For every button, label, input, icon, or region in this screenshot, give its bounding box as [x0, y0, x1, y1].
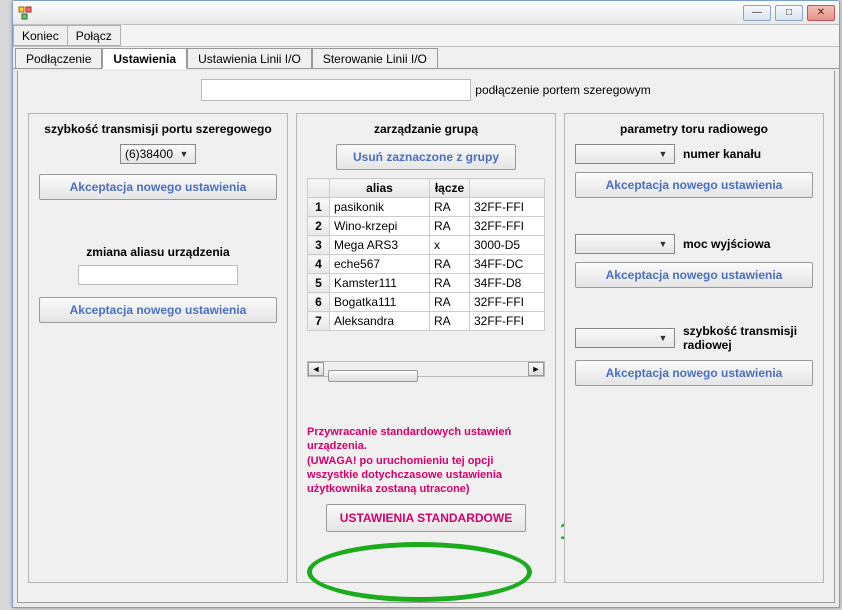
cell-lacze[interactable]: RA: [430, 312, 470, 331]
maximize-button[interactable]: □: [775, 5, 803, 21]
menubar: Koniec Połącz: [13, 25, 839, 47]
tabstrip: Podłączenie Ustawienia Ustawienia Linii …: [13, 47, 839, 69]
tab-body: podłączenie portem szeregowym szybkość t…: [17, 71, 835, 603]
group-title: zarządzanie grupą: [307, 122, 545, 136]
row-number: 3: [308, 236, 330, 255]
scroll-thumb[interactable]: [328, 370, 418, 382]
app-window: — □ ✕ Koniec Połącz Podłączenie Ustawien…: [12, 0, 840, 608]
close-button[interactable]: ✕: [807, 5, 835, 21]
titlebar: — □ ✕: [13, 1, 839, 25]
scroll-left-icon[interactable]: ◄: [308, 362, 324, 376]
baud-selected: (6)38400: [125, 147, 173, 161]
row-number: 5: [308, 274, 330, 293]
cell-extra[interactable]: 32FF-FFI: [470, 293, 545, 312]
grid-hscrollbar[interactable]: ◄ ►: [307, 361, 545, 377]
chevron-down-icon: ▼: [177, 149, 191, 159]
chevron-down-icon: ▼: [656, 149, 670, 159]
cell-alias[interactable]: eche567: [330, 255, 430, 274]
accept-baud-button[interactable]: Akceptacja nowego ustawienia: [39, 174, 277, 200]
accept-alias-button[interactable]: Akceptacja nowego ustawienia: [39, 297, 277, 323]
cell-extra[interactable]: 32FF-FFI: [470, 217, 545, 236]
grid-header-lacze: łącze: [430, 179, 470, 198]
power-label: moc wyjściowa: [683, 237, 813, 251]
cell-extra[interactable]: 34FF-D8: [470, 274, 545, 293]
cell-lacze[interactable]: RA: [430, 255, 470, 274]
cell-alias[interactable]: Aleksandra: [330, 312, 430, 331]
annotation-circle: [307, 542, 532, 602]
accept-channel-button[interactable]: Akceptacja nowego ustawienia: [575, 172, 813, 198]
scroll-right-icon[interactable]: ►: [528, 362, 544, 376]
table-row[interactable]: 2Wino-krzepiRA32FF-FFI: [308, 217, 545, 236]
cell-lacze[interactable]: RA: [430, 274, 470, 293]
table-row[interactable]: 4eche567RA34FF-DC: [308, 255, 545, 274]
channel-label: numer kanału: [683, 147, 813, 161]
cell-alias[interactable]: Wino-krzepi: [330, 217, 430, 236]
menu-polacz[interactable]: Połącz: [67, 25, 121, 46]
panel-group: zarządzanie grupą Usuń zaznaczone z grup…: [296, 113, 556, 583]
cell-extra[interactable]: 32FF-FFI: [470, 198, 545, 217]
baud-dropdown[interactable]: (6)38400 ▼: [120, 144, 196, 164]
grid-header-extra: [470, 179, 545, 198]
table-row[interactable]: 5Kamster111RA34FF-D8: [308, 274, 545, 293]
row-number: 1: [308, 198, 330, 217]
radiospeed-label: szybkość transmisji radiowej: [683, 324, 813, 352]
tab-podlaczenie[interactable]: Podłączenie: [15, 48, 102, 69]
panel-serial-speed: szybkość transmisji portu szeregowego (6…: [28, 113, 288, 583]
panel-radio: parametry toru radiowego ▼ numer kanału …: [564, 113, 824, 583]
row-number: 4: [308, 255, 330, 274]
app-icon: [17, 5, 33, 21]
menu-koniec[interactable]: Koniec: [13, 25, 68, 46]
restore-defaults-button[interactable]: USTAWIENIA STANDARDOWE: [326, 504, 526, 532]
cell-lacze[interactable]: RA: [430, 198, 470, 217]
restore-warning: Przywracanie standardowych ustawień urzą…: [307, 425, 545, 496]
group-grid[interactable]: alias łącze 1pasikonikRA32FF-FFI2Wino-kr…: [307, 178, 545, 331]
cell-alias[interactable]: Bogatka111: [330, 293, 430, 312]
cell-extra[interactable]: 34FF-DC: [470, 255, 545, 274]
accept-power-button[interactable]: Akceptacja nowego ustawienia: [575, 262, 813, 288]
chevron-down-icon: ▼: [656, 333, 670, 343]
serial-speed-title: szybkość transmisji portu szeregowego: [39, 122, 277, 136]
table-row[interactable]: 3Mega ARS3x3000-D5: [308, 236, 545, 255]
chevron-down-icon: ▼: [656, 239, 670, 249]
cell-lacze[interactable]: x: [430, 236, 470, 255]
channel-dropdown[interactable]: ▼: [575, 144, 675, 164]
header-input[interactable]: [201, 79, 471, 101]
warning-line-1: Przywracanie standardowych ustawień urzą…: [307, 425, 545, 454]
alias-input[interactable]: [78, 265, 238, 285]
cell-extra[interactable]: 32FF-FFI: [470, 312, 545, 331]
alias-title: zmiana aliasu urządzenia: [39, 245, 277, 259]
table-row[interactable]: 7AleksandraRA32FF-FFI: [308, 312, 545, 331]
radiospeed-dropdown[interactable]: ▼: [575, 328, 675, 348]
power-dropdown[interactable]: ▼: [575, 234, 675, 254]
row-number: 7: [308, 312, 330, 331]
row-number: 2: [308, 217, 330, 236]
grid-corner: [308, 179, 330, 198]
remove-selected-button[interactable]: Usuń zaznaczone z grupy: [336, 144, 516, 170]
minimize-button[interactable]: —: [743, 5, 771, 21]
cell-lacze[interactable]: RA: [430, 217, 470, 236]
cell-alias[interactable]: Kamster111: [330, 274, 430, 293]
tab-sterowanie-linii-io[interactable]: Sterowanie Linii I/O: [312, 48, 438, 69]
cell-alias[interactable]: Mega ARS3: [330, 236, 430, 255]
grid-header-alias: alias: [330, 179, 430, 198]
group-grid-wrap: alias łącze 1pasikonikRA32FF-FFI2Wino-kr…: [307, 178, 545, 331]
table-row[interactable]: 1pasikonikRA32FF-FFI: [308, 198, 545, 217]
cell-alias[interactable]: pasikonik: [330, 198, 430, 217]
tab-ustawienia-linii-io[interactable]: Ustawienia Linii I/O: [187, 48, 312, 69]
header-label: podłączenie portem szeregowym: [475, 83, 650, 97]
warning-line-2: (UWAGA! po uruchomieniu tej opcji wszyst…: [307, 454, 545, 497]
header-row: podłączenie portem szeregowym: [18, 71, 834, 107]
row-number: 6: [308, 293, 330, 312]
radio-title: parametry toru radiowego: [575, 122, 813, 136]
cell-extra[interactable]: 3000-D5: [470, 236, 545, 255]
table-row[interactable]: 6Bogatka111RA32FF-FFI: [308, 293, 545, 312]
accept-radiospeed-button[interactable]: Akceptacja nowego ustawienia: [575, 360, 813, 386]
tab-ustawienia[interactable]: Ustawienia: [102, 48, 187, 69]
cell-lacze[interactable]: RA: [430, 293, 470, 312]
